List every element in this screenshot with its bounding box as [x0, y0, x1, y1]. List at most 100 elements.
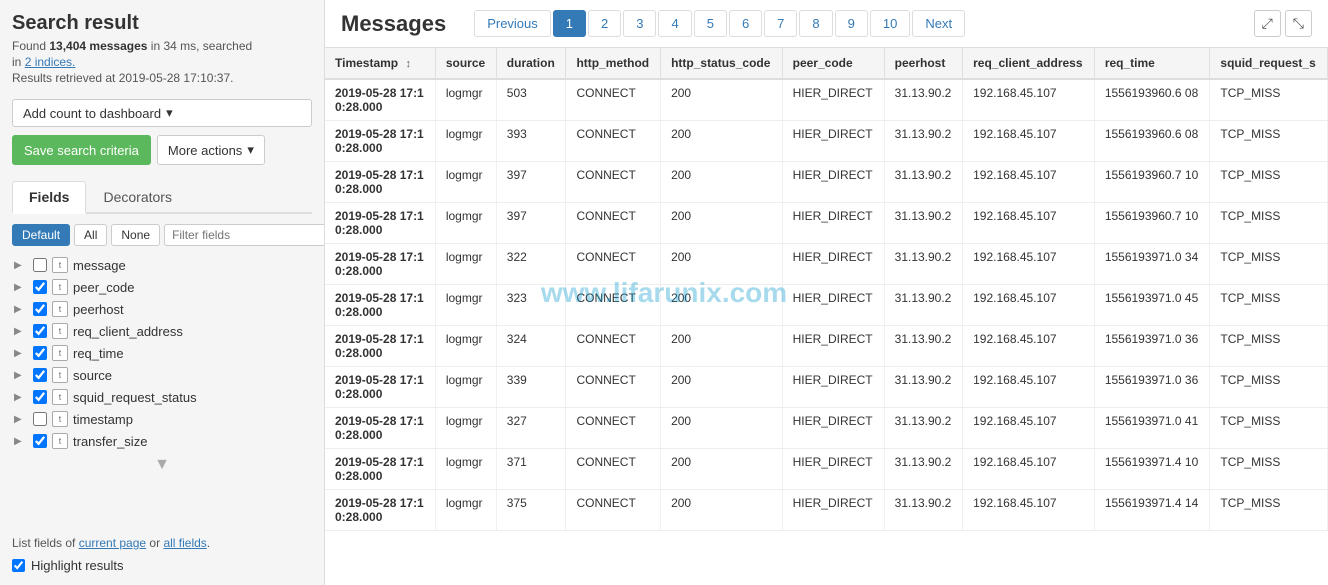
expand-button[interactable]: ⤢	[1254, 10, 1281, 37]
col-peerhost[interactable]: peerhost	[884, 48, 962, 79]
table-row[interactable]: 2019-05-28 17:1 0:28.000logmgr393CONNECT…	[325, 121, 1328, 162]
page-10-button[interactable]: 10	[870, 10, 910, 37]
field-label: req_client_address	[73, 324, 183, 339]
tab-decorators[interactable]: Decorators	[86, 181, 188, 212]
save-search-button[interactable]: Save search criteria	[12, 135, 151, 165]
cell-squid_request_s: TCP_MISS	[1210, 326, 1328, 367]
cell-http_method: CONNECT	[566, 490, 661, 531]
cell-peerhost: 31.13.90.2	[884, 244, 962, 285]
col-req_client_address[interactable]: req_client_address	[963, 48, 1095, 79]
cell-peer_code: HIER_DIRECT	[782, 367, 884, 408]
tab-fields[interactable]: Fields	[12, 181, 86, 214]
cell-source: logmgr	[435, 162, 496, 203]
next-button[interactable]: Next	[912, 10, 965, 37]
cell-req_time: 1556193971.4 10	[1094, 449, 1210, 490]
page-6-button[interactable]: 6	[729, 10, 762, 37]
page-1-button[interactable]: 1	[553, 10, 586, 37]
list-item[interactable]: ▶ t peer_code	[12, 276, 312, 298]
table-row[interactable]: 2019-05-28 17:1 0:28.000logmgr327CONNECT…	[325, 408, 1328, 449]
previous-button[interactable]: Previous	[474, 10, 551, 37]
field-type-icon: t	[52, 367, 68, 383]
table-row[interactable]: 2019-05-28 17:1 0:28.000logmgr339CONNECT…	[325, 367, 1328, 408]
list-item[interactable]: ▶ t transfer_size	[12, 430, 312, 452]
field-checkbox-squid_request_status[interactable]	[33, 390, 47, 404]
table-body: 2019-05-28 17:1 0:28.000logmgr503CONNECT…	[325, 79, 1328, 531]
field-type-icon: t	[52, 389, 68, 405]
col-duration[interactable]: duration	[496, 48, 566, 79]
cell-peer_code: HIER_DIRECT	[782, 449, 884, 490]
found-count: 13,404 messages	[49, 39, 147, 53]
field-checkbox-timestamp[interactable]	[33, 412, 47, 426]
field-checkbox-req_client_address[interactable]	[33, 324, 47, 338]
page-4-button[interactable]: 4	[658, 10, 691, 37]
field-checkbox-transfer_size[interactable]	[33, 434, 47, 448]
cell-timestamp: 2019-05-28 17:1 0:28.000	[325, 367, 435, 408]
table-row[interactable]: 2019-05-28 17:1 0:28.000logmgr324CONNECT…	[325, 326, 1328, 367]
table-row[interactable]: 2019-05-28 17:1 0:28.000logmgr397CONNECT…	[325, 162, 1328, 203]
cell-squid_request_s: TCP_MISS	[1210, 449, 1328, 490]
table-row[interactable]: 2019-05-28 17:1 0:28.000logmgr375CONNECT…	[325, 490, 1328, 531]
page-9-button[interactable]: 9	[835, 10, 868, 37]
page-7-button[interactable]: 7	[764, 10, 797, 37]
col-http_method[interactable]: http_method	[566, 48, 661, 79]
all-fields-link[interactable]: all fields	[163, 536, 206, 550]
filter-fields-input[interactable]	[164, 224, 325, 246]
action-buttons: Save search criteria More actions ▾	[12, 135, 312, 165]
cell-req_time: 1556193960.7 10	[1094, 203, 1210, 244]
more-actions-button[interactable]: More actions ▾	[157, 135, 265, 165]
add-count-button[interactable]: Add count to dashboard ▾	[12, 99, 312, 127]
table-row[interactable]: 2019-05-28 17:1 0:28.000logmgr371CONNECT…	[325, 449, 1328, 490]
table-row[interactable]: 2019-05-28 17:1 0:28.000logmgr322CONNECT…	[325, 244, 1328, 285]
cell-source: logmgr	[435, 490, 496, 531]
expand-icons: ⤢ ⤡	[1254, 10, 1312, 37]
filter-none-button[interactable]: None	[111, 224, 160, 246]
filter-all-button[interactable]: All	[74, 224, 107, 246]
list-item[interactable]: ▶ t timestamp	[12, 408, 312, 430]
table-row[interactable]: 2019-05-28 17:1 0:28.000logmgr397CONNECT…	[325, 203, 1328, 244]
list-item[interactable]: ▶ t message	[12, 254, 312, 276]
cell-duration: 322	[496, 244, 566, 285]
field-checkbox-source[interactable]	[33, 368, 47, 382]
cell-source: logmgr	[435, 244, 496, 285]
field-checkbox-req_time[interactable]	[33, 346, 47, 360]
list-item[interactable]: ▶ t squid_request_status	[12, 386, 312, 408]
field-checkbox-peerhost[interactable]	[33, 302, 47, 316]
col-timestamp[interactable]: Timestamp ↕	[325, 48, 435, 79]
cell-squid_request_s: TCP_MISS	[1210, 244, 1328, 285]
page-3-button[interactable]: 3	[623, 10, 656, 37]
field-type-icon: t	[52, 257, 68, 273]
field-type-icon: t	[52, 279, 68, 295]
col-http_status_code[interactable]: http_status_code	[661, 48, 783, 79]
col-req_time[interactable]: req_time	[1094, 48, 1210, 79]
page-8-button[interactable]: 8	[799, 10, 832, 37]
highlight-checkbox[interactable]	[12, 559, 25, 572]
cell-timestamp: 2019-05-28 17:1 0:28.000	[325, 162, 435, 203]
filter-default-button[interactable]: Default	[12, 224, 70, 246]
cell-http_status_code: 200	[661, 408, 783, 449]
col-squid_request_s[interactable]: squid_request_s	[1210, 48, 1328, 79]
page-2-button[interactable]: 2	[588, 10, 621, 37]
current-page-link[interactable]: current page	[79, 536, 146, 550]
cell-source: logmgr	[435, 203, 496, 244]
list-item[interactable]: ▶ t req_time	[12, 342, 312, 364]
cell-http_method: CONNECT	[566, 326, 661, 367]
list-item[interactable]: ▶ t peerhost	[12, 298, 312, 320]
list-item[interactable]: ▶ t source	[12, 364, 312, 386]
expand-icon: ▶	[14, 304, 28, 315]
page-5-button[interactable]: 5	[694, 10, 727, 37]
col-peer_code[interactable]: peer_code	[782, 48, 884, 79]
cell-http_method: CONNECT	[566, 449, 661, 490]
list-item[interactable]: ▶ t req_client_address	[12, 320, 312, 342]
collapse-button[interactable]: ⤡	[1285, 10, 1312, 37]
table-row[interactable]: 2019-05-28 17:1 0:28.000logmgr503CONNECT…	[325, 79, 1328, 121]
cell-peer_code: HIER_DIRECT	[782, 203, 884, 244]
cell-http_status_code: 200	[661, 490, 783, 531]
field-checkbox-peer_code[interactable]	[33, 280, 47, 294]
indices-link[interactable]: 2 indices.	[25, 55, 76, 69]
cell-req_client_address: 192.168.45.107	[963, 162, 1095, 203]
dropdown-arrow-icon: ▾	[166, 105, 173, 121]
field-checkbox-message[interactable]	[33, 258, 47, 272]
table-row[interactable]: 2019-05-28 17:1 0:28.000logmgr323CONNECT…	[325, 285, 1328, 326]
col-source[interactable]: source	[435, 48, 496, 79]
sort-icon: ↕	[405, 58, 411, 70]
